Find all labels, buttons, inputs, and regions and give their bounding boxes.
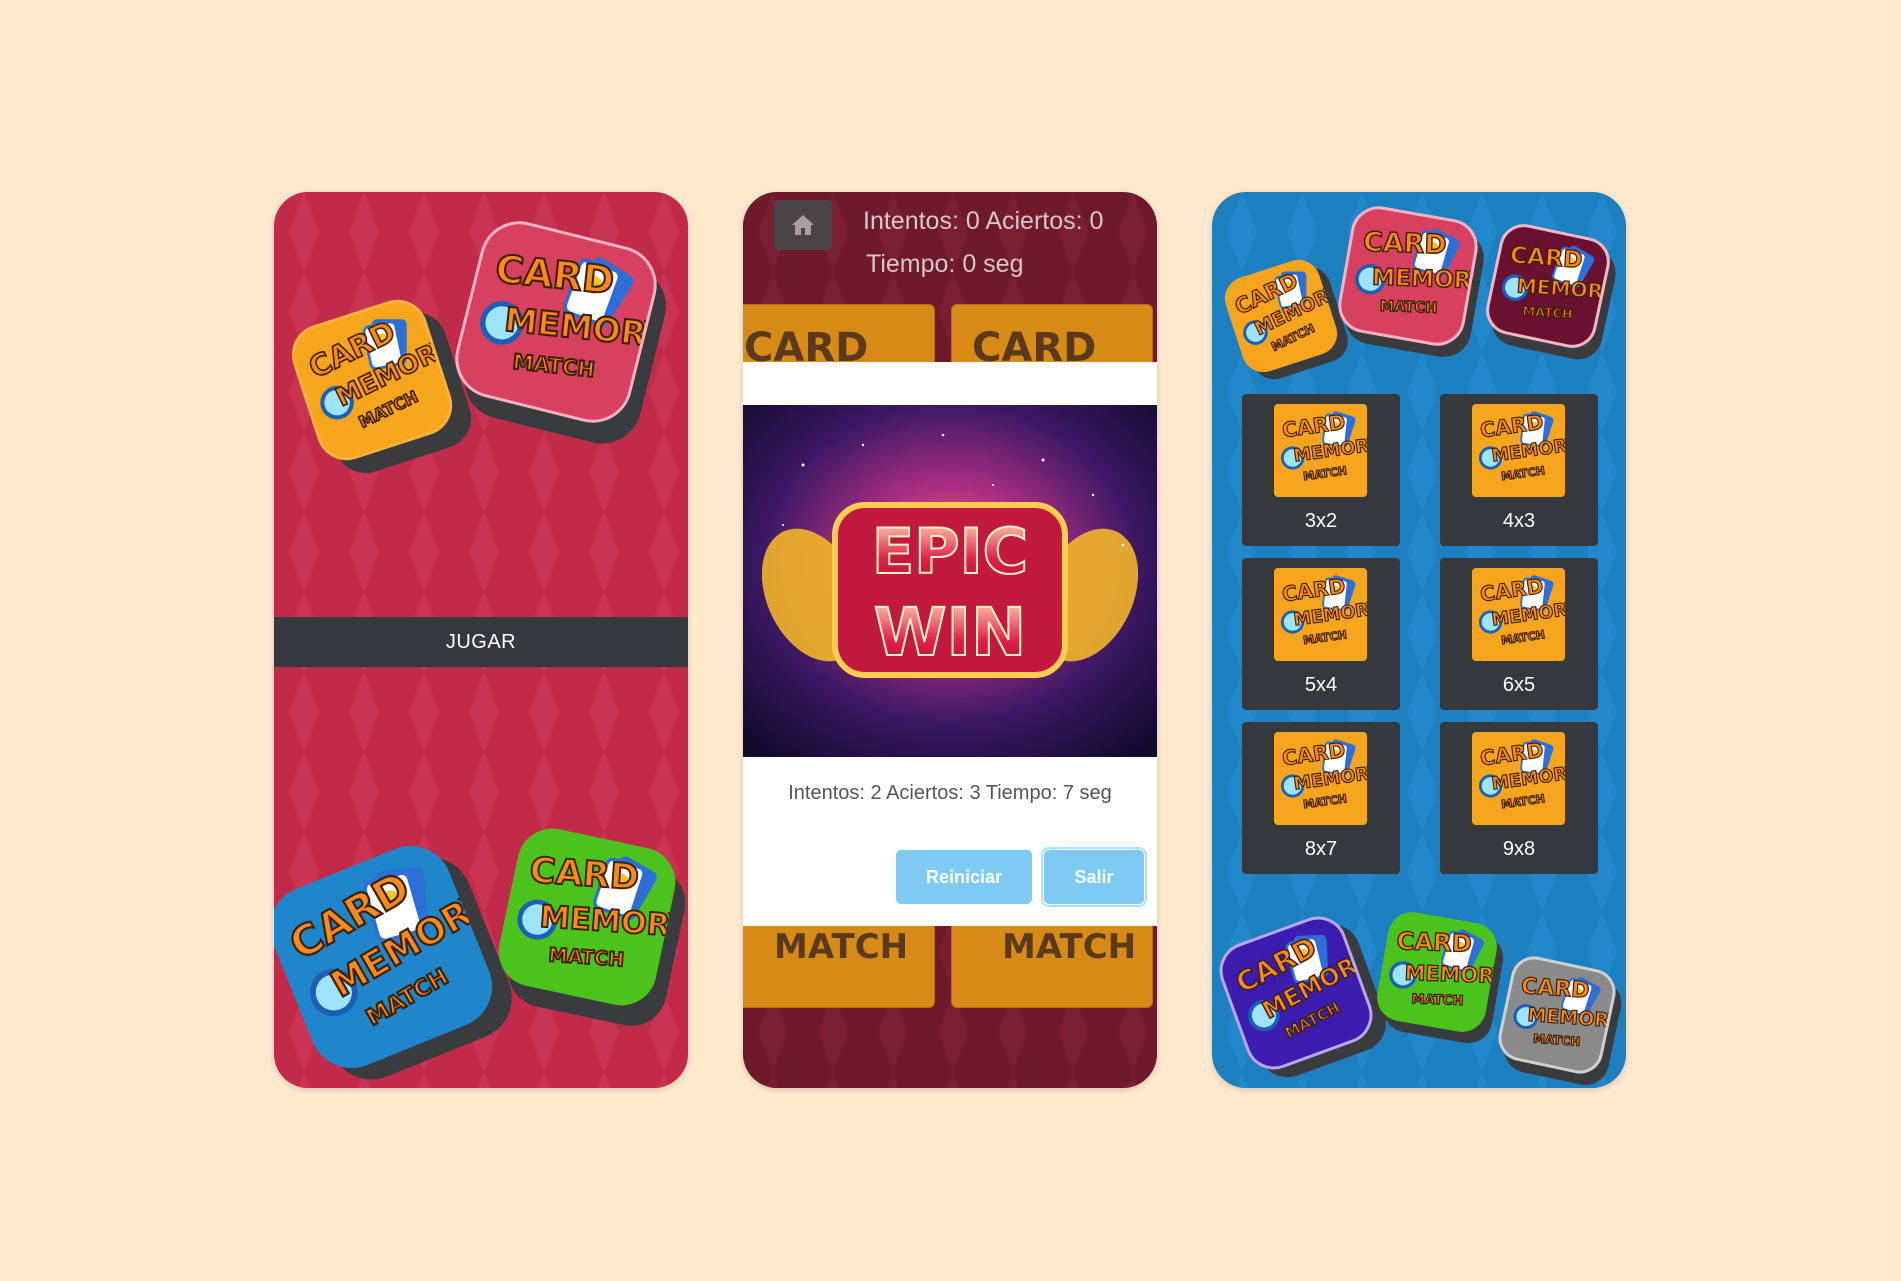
card-memory-match-logo: CARDMEMORYMATCH (1501, 241, 1611, 322)
logo-text: MATCH (1302, 464, 1347, 483)
stats-attempts-hits: Intentos: 0 Aciertos: 0 (863, 207, 1104, 235)
level-label: 4x3 (1502, 510, 1536, 532)
menu-screen: CARD MEMORY MATCH CARD MEMORY MATCH JUGAR CA… (274, 192, 688, 1088)
logo-green: CARD MEMORY MATCH (492, 822, 688, 1033)
card-memory-match-logo: CARDMEMORYMATCH (1513, 973, 1617, 1049)
level-thumbnail: CARD MEMORY MATCH (1472, 404, 1565, 497)
level-button-4x3[interactable]: CARD MEMORY MATCH 4x3 (1440, 394, 1598, 546)
level-label: 6x5 (1502, 674, 1536, 696)
restart-button[interactable]: Reiniciar (896, 850, 1032, 904)
logo-text: MATCH (1500, 464, 1545, 483)
logo-text: CARD (493, 247, 616, 304)
level-label: 8x7 (1304, 838, 1338, 860)
logo-text: CARD (528, 850, 640, 899)
play-button[interactable]: JUGAR (274, 617, 688, 667)
level-thumbnail: CARD MEMORY MATCH (1472, 732, 1565, 825)
logo-text: MEMORY (539, 900, 682, 946)
stats-time: Tiempo: 0 seg (866, 250, 1024, 278)
home-icon (792, 215, 814, 235)
result-stats: Intentos: 2 Aciertos: 3 Tiempo: 7 seg (788, 782, 1112, 804)
logo-text: MEMORY (503, 300, 662, 356)
card-memory-match-logo: CARDMEMORY MATCH (1355, 226, 1479, 317)
logo-gray: CARD MEMORY MATCH (1494, 952, 1626, 1088)
level-button-5x4[interactable]: CARD MEMORY MATCH 5x4 (1242, 558, 1400, 710)
logo-text: MATCH (1500, 628, 1545, 647)
level-button-9x8[interactable]: CARD MEMORY MATCH 9x8 (1440, 722, 1598, 874)
level-label: 9x8 (1502, 838, 1536, 860)
logo-text: MATCH (1302, 628, 1347, 647)
epic-win-image: EPIC WIN (743, 405, 1157, 757)
card-memory-match-logo: CARDMEMORYMATCH (1280, 409, 1367, 484)
logo-text: MEMORY (1516, 273, 1611, 304)
logo-text: MATCH (1411, 992, 1464, 1009)
card-memory-match-logo: CARD MEMORY MATCH (1389, 927, 1501, 1010)
game-screen: Intentos: 0 Aciertos: 0 Tiempo: 0 seg CA… (743, 192, 1157, 1088)
logo-text: MATCH (1500, 792, 1545, 811)
home-button[interactable] (774, 200, 832, 250)
logo-green: CARD MEMORY MATCH (1373, 908, 1507, 1047)
logo-text: MATCH (512, 350, 596, 382)
card-memory-match-logo: CARDMEMORYMATCH (517, 849, 682, 972)
logo-text: MATCH (548, 943, 625, 971)
logo-pink: CARD MEMORY MATCH (1333, 201, 1489, 362)
level-label: 5x4 (1304, 674, 1338, 696)
level-button-6x5[interactable]: CARD MEMORY MATCH 6x5 (1440, 558, 1598, 710)
card-memory-match-logo: CARDMEMORYMATCH (1478, 409, 1565, 484)
levels-screen: CARD MEMORY MATCH CARD MEMORY MATCH CARD MEMO… (1212, 192, 1626, 1088)
logo-text: CARD (1363, 227, 1447, 261)
level-label: 3x2 (1304, 510, 1338, 532)
level-thumbnail: CARD MEMORY MATCH (1274, 404, 1367, 497)
card-memory-match-logo: CARDMEMORYMATCH (480, 246, 662, 383)
level-button-8x7[interactable]: CARD MEMORY MATCH 8x7 (1242, 722, 1400, 874)
logo-text: MEMORY (1372, 263, 1479, 294)
logo-text: MATCH (1533, 1032, 1581, 1049)
card-memory-match-logo: CARDMEMORYMATCH (1280, 737, 1367, 812)
logo-text: MEMORY (1527, 1004, 1617, 1033)
logo-maroon: CARD MEMORY MATCH (1481, 219, 1621, 364)
win-image-line2: WIN (874, 594, 1027, 671)
win-modal: EPIC WIN Intentos: 2 Aciertos: 3 Tiempo:… (743, 362, 1157, 926)
logo-text: MATCH (1379, 298, 1437, 317)
logo-text: CARD (1396, 927, 1472, 958)
logo-text: CARD (1520, 974, 1590, 1004)
exit-button[interactable]: Salir (1041, 847, 1147, 907)
logo-text: CARD (1509, 242, 1583, 274)
win-image-line1: EPIC (872, 515, 1028, 588)
card-memory-match-logo: CARDMEMORYMATCH (1478, 573, 1565, 648)
level-thumbnail: CARD MEMORY MATCH (1274, 732, 1367, 825)
card-memory-match-logo: CARDMEMORYMATCH (1478, 737, 1565, 812)
level-button-3x2[interactable]: CARD MEMORY MATCH 3x2 (1242, 394, 1400, 546)
level-thumbnail: CARD MEMORY MATCH (1472, 568, 1565, 661)
logo-text: MATCH (1302, 792, 1347, 811)
logo-text: MEMORY (1404, 961, 1501, 989)
level-thumbnail: CARD MEMORY MATCH (1274, 568, 1367, 661)
logo-text: MATCH (1522, 303, 1573, 321)
card-memory-match-logo: CARDMEMORYMATCH (1280, 573, 1367, 648)
